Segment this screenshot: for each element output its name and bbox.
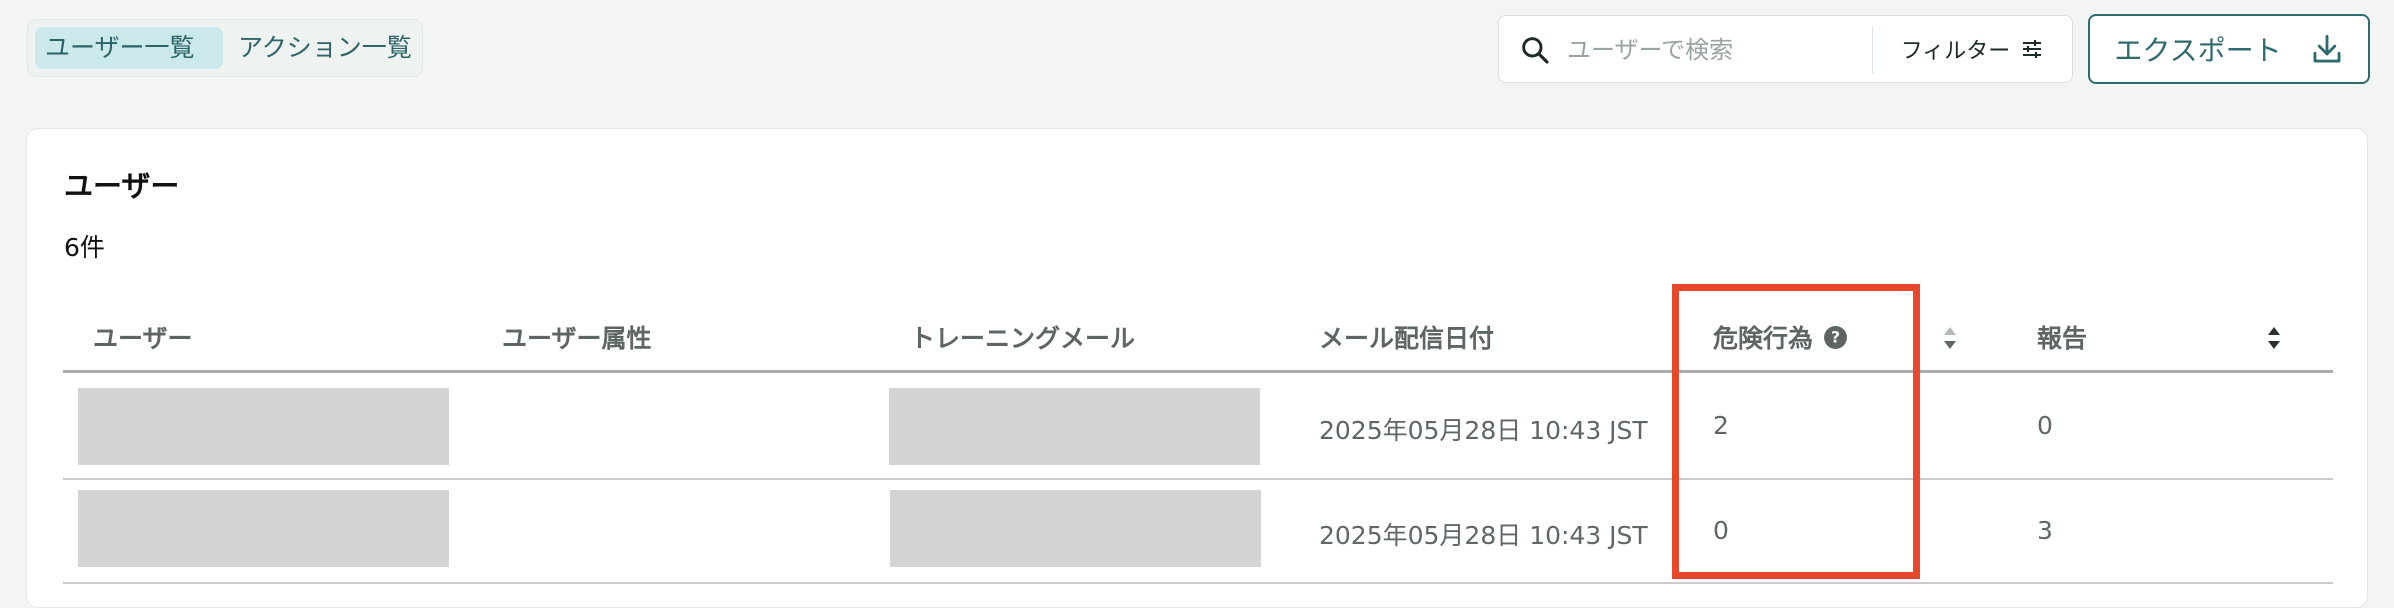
redacted-user (78, 388, 449, 465)
tab-action-list[interactable]: アクション一覧 (228, 27, 418, 69)
view-switcher: ユーザー一覧 アクション一覧 (27, 19, 423, 77)
result-count: 6件 (64, 233, 105, 262)
redacted-training-mail (890, 490, 1261, 567)
search-icon (1522, 37, 1549, 64)
filter-sliders-icon (2023, 40, 2042, 58)
column-header-risk-actions[interactable]: 危険行為 ? (1713, 319, 1848, 355)
risk-actions-cell: 0 (1713, 516, 1729, 545)
column-header-training-mail[interactable]: トレーニングメール (910, 319, 1135, 355)
sort-icon[interactable] (2265, 324, 2283, 352)
table-header-divider (63, 370, 2333, 373)
column-header-user-attribute[interactable]: ユーザー属性 (502, 319, 652, 355)
export-button[interactable]: エクスポート (2088, 14, 2370, 84)
column-header-user[interactable]: ユーザー (93, 319, 193, 355)
mail-date-cell: 2025年05月28日 10:43 JST (1319, 521, 1648, 550)
reports-cell: 3 (2037, 516, 2053, 545)
reports-cell: 0 (2037, 411, 2053, 440)
help-circle-icon[interactable]: ? (1823, 325, 1848, 350)
row-divider (63, 582, 2333, 584)
column-header-reports[interactable]: 報告 (2037, 319, 2087, 355)
risk-actions-cell: 2 (1713, 411, 1729, 440)
download-icon (2313, 34, 2341, 63)
filter-label: フィルター (1900, 39, 2011, 64)
redacted-training-mail (889, 388, 1260, 465)
filter-button[interactable]: フィルター (1873, 16, 2072, 82)
row-divider (63, 478, 2333, 480)
sort-icon[interactable] (1941, 324, 1959, 352)
export-label: エクスポート (2114, 34, 2282, 67)
svg-text:?: ? (1831, 328, 1840, 346)
tab-user-list[interactable]: ユーザー一覧 (35, 27, 223, 69)
card-title: ユーザー (64, 169, 180, 203)
search-input[interactable] (1565, 26, 1869, 74)
redacted-user (78, 490, 449, 567)
search-bar: フィルター (1498, 15, 2073, 83)
column-header-mail-date[interactable]: メール配信日付 (1319, 319, 1494, 355)
mail-date-cell: 2025年05月28日 10:43 JST (1319, 416, 1648, 445)
users-card: ユーザー 6件 ユーザー ユーザー属性 トレーニングメール メール配信日付 危険… (26, 128, 2368, 608)
